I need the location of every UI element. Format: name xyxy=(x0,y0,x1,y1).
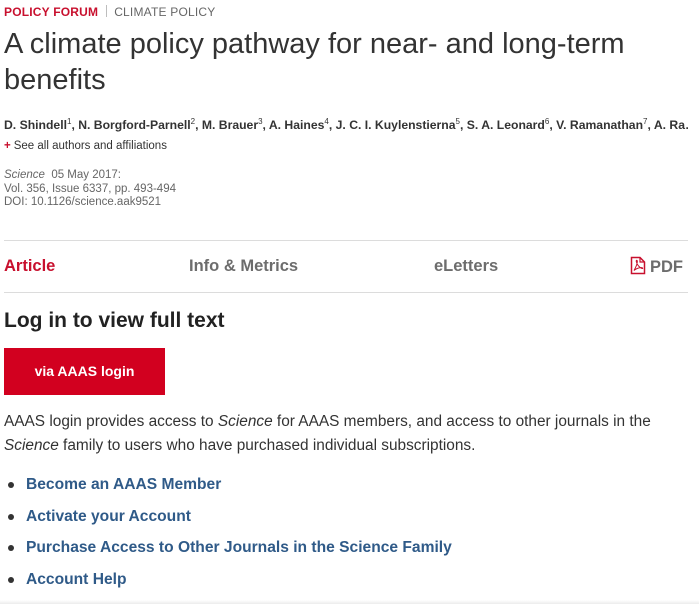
citation-doi[interactable]: DOI: 10.1126/science.aak9521 xyxy=(4,196,176,210)
citation-block: Science 05 May 2017: Vol. 356, Issue 633… xyxy=(4,169,176,210)
login-heading: Log in to view full text xyxy=(4,309,225,332)
account-help-link[interactable]: Account Help xyxy=(26,571,127,588)
see-all-authors-link[interactable]: + See all authors and affiliations xyxy=(4,139,167,153)
article-tabs: Article Info & Metrics eLetters PDF xyxy=(4,240,688,293)
category-line: POLICY FORUM CLIMATE POLICY xyxy=(4,5,215,19)
become-member-link[interactable]: Become an AAAS Member xyxy=(26,476,221,493)
account-links-list: Become an AAAS Member Activate your Acco… xyxy=(4,474,452,601)
description-text: family to users who have purchased indiv… xyxy=(58,437,476,454)
author-affiliation-number: 5 xyxy=(455,117,460,126)
description-text: AAAS login provides access to xyxy=(4,413,218,430)
bullet-icon xyxy=(8,577,14,584)
citation-date: 05 May 2017: xyxy=(51,169,121,181)
list-item: Become an AAAS Member xyxy=(4,474,452,506)
author-name[interactable]: N. Borgford-Parnell xyxy=(78,118,190,132)
tab-pdf[interactable]: PDF xyxy=(630,256,683,280)
article-title: A climate policy pathway for near- and l… xyxy=(4,28,625,96)
author-affiliation-number: 4 xyxy=(324,117,329,126)
author-name[interactable]: A. Haines xyxy=(269,118,325,132)
category-primary[interactable]: POLICY FORUM xyxy=(4,5,98,19)
author-name[interactable]: J. C. I. Kuylenstierna xyxy=(336,118,456,132)
author-affiliation-number: 3 xyxy=(258,117,263,126)
tab-pdf-label: PDF xyxy=(650,258,683,276)
bullet-icon xyxy=(8,482,14,488)
plus-icon: + xyxy=(4,140,11,152)
bullet-icon xyxy=(8,513,14,520)
citation-volume: Vol. 356, Issue 6337, pp. 493-494 xyxy=(4,182,176,195)
list-item: Account Help xyxy=(4,569,452,601)
tab-eletters[interactable]: eLetters xyxy=(434,256,498,276)
see-all-authors-label: See all authors and affiliations xyxy=(13,140,167,152)
citation-journal-line: Science 05 May 2017: xyxy=(4,169,176,183)
aaas-login-button[interactable]: via AAAS login xyxy=(4,348,165,395)
author-name[interactable]: S. A. Leonard xyxy=(467,118,545,132)
category-secondary[interactable]: CLIMATE POLICY xyxy=(114,5,215,19)
citation-journal: Science xyxy=(4,169,45,181)
author-name[interactable]: A. Ra… xyxy=(654,118,688,132)
journal-name-italic: Science xyxy=(4,437,59,454)
category-divider xyxy=(106,5,108,17)
pdf-icon xyxy=(630,256,646,280)
author-affiliation-number: 1 xyxy=(66,117,72,126)
login-description: AAAS login provides access to Science fo… xyxy=(4,410,688,458)
purchase-access-link[interactable]: Purchase Access to Other Journals in the… xyxy=(26,539,452,556)
author-affiliation-number: 2 xyxy=(190,117,196,126)
bottom-divider xyxy=(0,600,699,604)
description-text: for AAAS members, and access to other jo… xyxy=(272,413,651,430)
tab-article[interactable]: Article xyxy=(4,256,55,276)
author-affiliation-number: 7 xyxy=(643,117,648,126)
list-item: Purchase Access to Other Journals in the… xyxy=(4,537,452,569)
bullet-icon xyxy=(8,545,14,552)
author-name[interactable]: M. Brauer xyxy=(202,118,258,132)
list-item: Activate your Account xyxy=(4,506,452,538)
author-name[interactable]: D. Shindell xyxy=(4,118,67,132)
author-list: D. Shindell1, N. Borgford-Parnell2, M. B… xyxy=(4,117,688,133)
activate-account-link[interactable]: Activate your Account xyxy=(26,508,191,525)
author-name[interactable]: V. Ramanathan xyxy=(556,118,643,132)
journal-name-italic: Science xyxy=(217,413,273,430)
author-affiliation-number: 6 xyxy=(544,117,550,126)
tab-info-metrics[interactable]: Info & Metrics xyxy=(189,256,298,276)
